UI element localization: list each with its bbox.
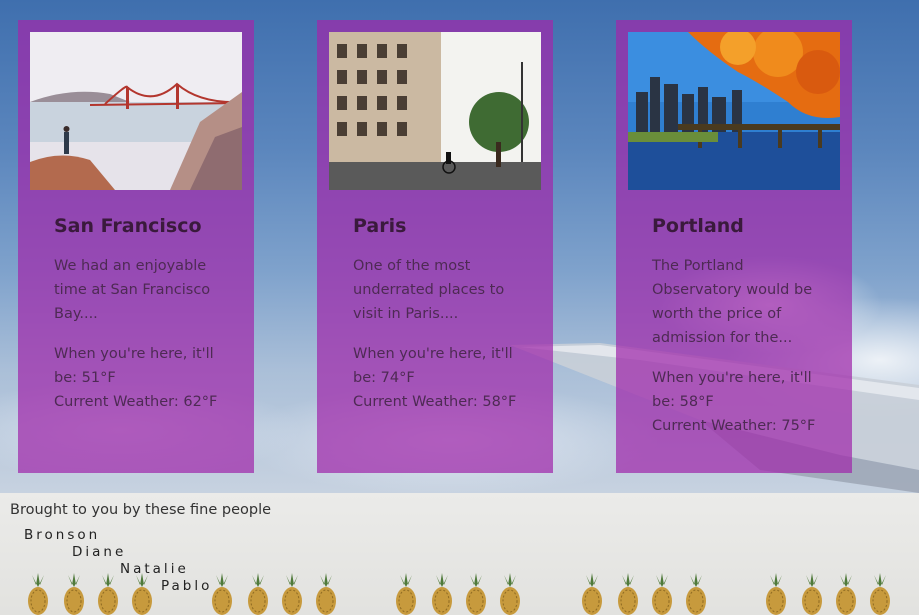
pineapple-icon — [212, 573, 232, 615]
pineapple-icon — [98, 573, 118, 615]
card-description: We had an enjoyable time at San Francisc… — [54, 258, 211, 322]
paris-street-photo — [329, 32, 541, 190]
pineapple-icon — [64, 573, 84, 615]
person-name: Bronson — [24, 527, 101, 543]
pineapple-icon — [618, 573, 638, 615]
pineapple-icon — [282, 573, 302, 615]
portland-skyline-photo — [628, 32, 840, 190]
pineapple-icon — [316, 573, 336, 615]
destination-card[interactable]: Paris One of the most underrated places … — [317, 20, 553, 473]
destination-card[interactable]: San Francisco We had an enjoyable time a… — [18, 20, 254, 473]
pineapple-icon — [466, 573, 486, 615]
card-description: The Portland Observatory would be worth … — [652, 258, 813, 346]
pineapple-icon — [432, 573, 452, 615]
person-name: Diane — [72, 544, 127, 560]
pineapple-icon — [396, 573, 416, 615]
footer: Brought to you by these fine people Bron… — [0, 493, 919, 615]
pineapple-icon — [28, 573, 48, 615]
pineapple-icon — [686, 573, 706, 615]
pineapple-icon — [652, 573, 672, 615]
card-weather: When you're here, it'll be: 58°F Current… — [652, 366, 817, 438]
pineapple-icon — [870, 573, 890, 615]
pineapple-icon — [836, 573, 856, 615]
pineapple-icon — [132, 573, 152, 615]
card-description: One of the most underrated places to vis… — [353, 258, 505, 322]
card-title: Paris — [353, 215, 407, 237]
credit-text: Brought to you by these fine people — [10, 502, 272, 518]
golden-gate-bridge-photo — [30, 32, 242, 190]
pineapple-icon — [500, 573, 520, 615]
forecast-text: When you're here, it'll be: 74°F — [353, 346, 513, 386]
pineapple-icon — [248, 573, 268, 615]
current-weather-text: Current Weather: 62°F — [54, 394, 218, 410]
card-weather: When you're here, it'll be: 74°F Current… — [353, 342, 518, 414]
card-weather: When you're here, it'll be: 51°F Current… — [54, 342, 219, 414]
current-weather-text: Current Weather: 58°F — [353, 394, 517, 410]
pineapple-icon — [766, 573, 786, 615]
card-title: Portland — [652, 215, 744, 237]
forecast-text: When you're here, it'll be: 51°F — [54, 346, 214, 386]
current-weather-text: Current Weather: 75°F — [652, 418, 816, 434]
pineapple-icon — [802, 573, 822, 615]
pineapple-icon — [582, 573, 602, 615]
pineapple-decoration — [28, 573, 890, 615]
destination-card[interactable]: Portland The Portland Observatory would … — [616, 20, 852, 473]
card-title: San Francisco — [54, 215, 202, 237]
forecast-text: When you're here, it'll be: 58°F — [652, 370, 812, 410]
